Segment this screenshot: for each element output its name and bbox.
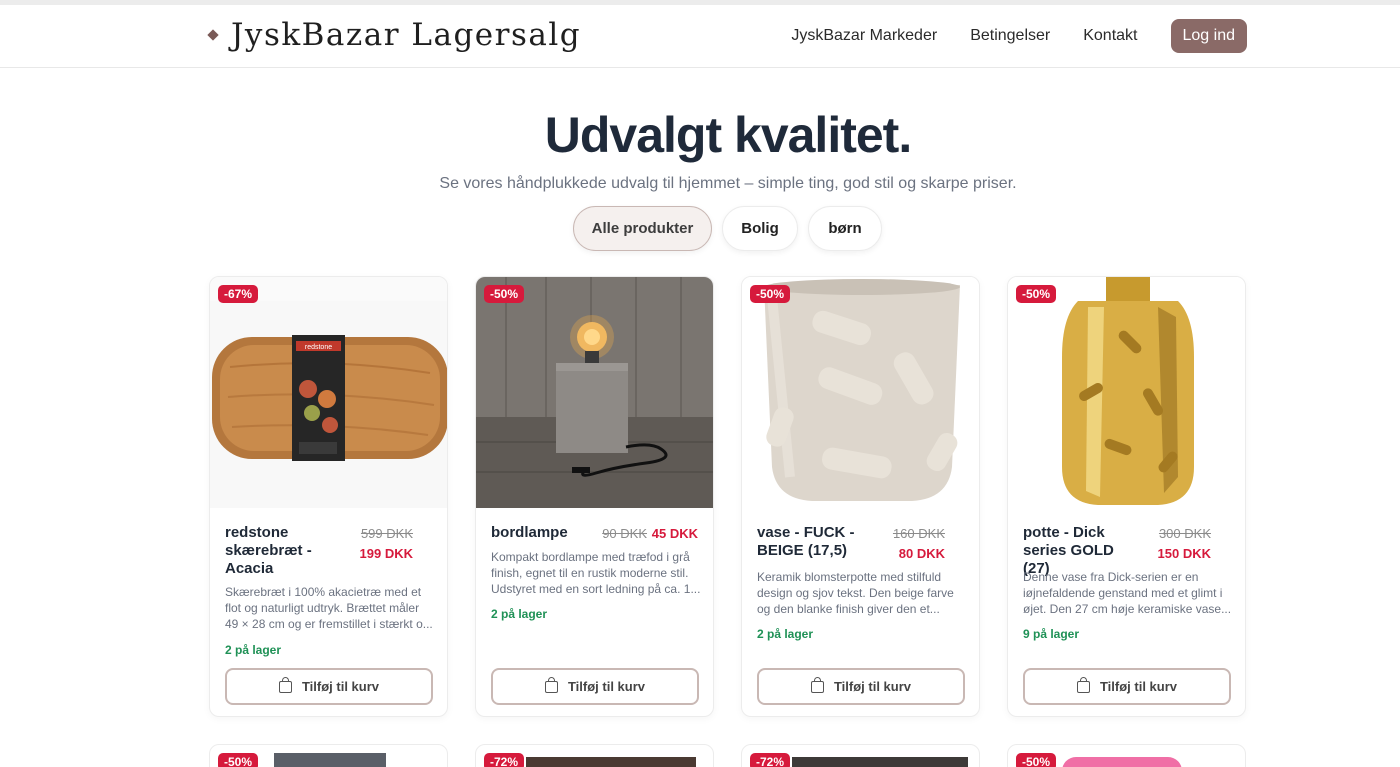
product-card[interactable]: -50%: [1007, 744, 1246, 767]
main-nav: JyskBazar Markeder Betingelser Kontakt L…: [758, 19, 1247, 53]
product-card[interactable]: -72%: [475, 744, 714, 767]
sale-price: 199 DKK: [359, 546, 413, 561]
product-card[interactable]: redstone -67% redstone skærebræt - Acaci…: [209, 276, 448, 717]
old-price: 90 DKK: [602, 526, 647, 541]
discount-badge: -50%: [1016, 285, 1057, 303]
stock-status: 2 på lager: [225, 643, 282, 657]
add-to-cart-button[interactable]: Tilføj til kurv: [491, 668, 699, 705]
hero-title: Udvalgt kvalitet.: [544, 107, 912, 163]
brand-name: JyskBazar Lagersalg: [231, 17, 582, 53]
sale-price: 80 DKK: [898, 546, 945, 561]
product-description: Denne vase fra Dick-serien er en iøjnefa…: [1023, 570, 1232, 616]
discount-badge: -72%: [484, 753, 525, 767]
discount-badge: -72%: [750, 753, 791, 767]
add-to-cart-button[interactable]: Tilføj til kurv: [1023, 668, 1231, 705]
discount-badge: -50%: [750, 285, 791, 303]
old-price: 160 DKK: [892, 526, 945, 541]
nav-link-kontakt[interactable]: Kontakt: [1083, 27, 1137, 45]
product-description: Keramik blomsterpotte med stilfuld desig…: [757, 570, 954, 616]
shopping-bag-icon: [544, 676, 558, 693]
add-to-cart-label: Tilføj til kurv: [567, 679, 646, 694]
product-image[interactable]: [792, 757, 968, 767]
product-image[interactable]: [526, 757, 696, 767]
category-filters: Alle produkter Bolig børn: [573, 206, 892, 251]
diamond-icon: [207, 29, 219, 41]
product-image[interactable]: [742, 277, 979, 508]
site-header: JyskBazar Lagersalg JyskBazar Markeder B…: [0, 5, 1400, 68]
cutting-board-illustration: redstone: [210, 301, 447, 508]
nav-link-markeder[interactable]: JyskBazar Markeder: [791, 27, 937, 45]
gold-pot-illustration: [1008, 277, 1245, 508]
product-description: Kompakt bordlampe med træfod i grå finis…: [491, 550, 701, 596]
product-image[interactable]: [476, 277, 713, 508]
discount-badge: -50%: [484, 285, 525, 303]
product-description: Skærebræt i 100% akacietræ med et flot o…: [225, 585, 433, 631]
product-card[interactable]: -72%: [741, 744, 980, 767]
nav-link-betingelser[interactable]: Betingelser: [970, 27, 1050, 45]
login-button[interactable]: Log ind: [1170, 19, 1247, 53]
discount-badge: -50%: [1016, 753, 1057, 767]
add-to-cart-label: Tilføj til kurv: [833, 679, 912, 694]
product-image[interactable]: [1008, 277, 1245, 508]
shopping-bag-icon: [1076, 676, 1090, 693]
shopping-bag-icon: [278, 676, 292, 693]
product-card[interactable]: -50% potte - Dick series GOLD (27) 300 D…: [1007, 276, 1246, 717]
shopping-bag-icon: [810, 676, 824, 693]
product-card[interactable]: -50%: [209, 744, 448, 767]
product-image[interactable]: redstone: [210, 277, 447, 508]
add-to-cart-label: Tilføj til kurv: [1099, 679, 1178, 694]
hero-subtitle: Se vores håndplukkede udvalg til hjemmet…: [439, 175, 1017, 192]
product-card[interactable]: -50% bordlampe 90 DKK 45 DKK Kompakt bor…: [475, 276, 714, 717]
sale-price: 45 DKK: [651, 526, 698, 541]
product-name[interactable]: bordlampe: [491, 524, 611, 542]
old-price: 599 DKK: [360, 526, 413, 541]
product-card[interactable]: -50% vase - FUCK - BEIGE (17,5) 160 DKK …: [741, 276, 980, 717]
product-image[interactable]: [1062, 757, 1182, 767]
svg-text:redstone: redstone: [305, 344, 332, 351]
table-lamp-illustration: [476, 277, 713, 508]
brand-logo[interactable]: JyskBazar Lagersalg: [207, 17, 582, 53]
product-name[interactable]: redstone skærebræt - Acacia: [225, 524, 345, 578]
stock-status: 2 på lager: [757, 627, 814, 641]
discount-badge: -67%: [218, 285, 259, 303]
product-image[interactable]: [274, 753, 386, 767]
filter-all-products[interactable]: Alle produkter: [573, 206, 712, 251]
filter-born[interactable]: børn: [808, 206, 882, 251]
add-to-cart-button[interactable]: Tilføj til kurv: [757, 668, 965, 705]
old-price: 300 DKK: [1158, 526, 1211, 541]
beige-vase-illustration: [742, 277, 979, 508]
stock-status: 9 på lager: [1023, 627, 1080, 641]
filter-bolig[interactable]: Bolig: [722, 206, 798, 251]
stock-status: 2 på lager: [491, 607, 548, 621]
add-to-cart-label: Tilføj til kurv: [301, 679, 380, 694]
product-name[interactable]: vase - FUCK - BEIGE (17,5): [757, 524, 877, 560]
sale-price: 150 DKK: [1157, 546, 1211, 561]
add-to-cart-button[interactable]: Tilføj til kurv: [225, 668, 433, 705]
discount-badge: -50%: [218, 753, 259, 767]
